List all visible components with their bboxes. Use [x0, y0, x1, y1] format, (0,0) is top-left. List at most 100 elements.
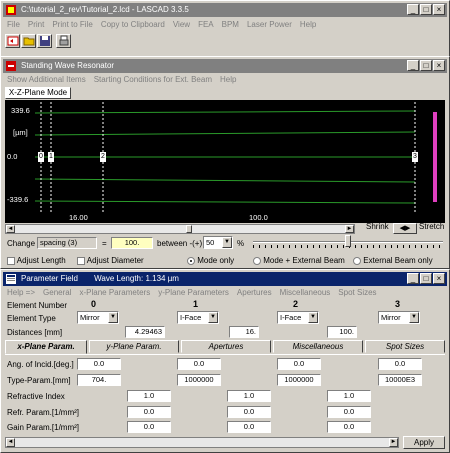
change-parameter-field[interactable]: spacing (3): [37, 237, 97, 249]
change-value-field[interactable]: 100.: [111, 237, 153, 249]
element-type-select-3[interactable]: Mirror ▼: [378, 311, 420, 324]
plane-mode-button[interactable]: X-Z-Plane Mode: [5, 87, 71, 99]
menu-apertures[interactable]: Apertures: [237, 288, 272, 297]
param-scroll-left-button[interactable]: ◄: [6, 438, 15, 447]
plot-scrollbar[interactable]: ◄ ►: [5, 224, 355, 234]
element-marker-2[interactable]: 2: [100, 152, 106, 162]
scroll-left-button[interactable]: ◄: [6, 225, 15, 233]
shrink-stretch-arrows[interactable]: ◀▶: [393, 223, 417, 234]
angle-field-0[interactable]: 0.0: [77, 358, 121, 370]
menu-x-plane[interactable]: x-Plane Parameters: [80, 288, 151, 297]
stretch-button[interactable]: Stretch: [419, 222, 444, 231]
external-only-option[interactable]: External Beam only: [353, 256, 433, 265]
tab-x-plane[interactable]: x-Plane Param.: [5, 340, 87, 354]
percent-slider[interactable]: [253, 235, 443, 249]
gain-param-field-3[interactable]: 0.0: [327, 421, 371, 433]
slider-thumb[interactable]: [345, 235, 351, 247]
angle-field-2[interactable]: 0.0: [277, 358, 321, 370]
scroll-thumb[interactable]: [186, 225, 192, 233]
menu-print-to-file[interactable]: Print to File: [52, 20, 92, 29]
element-marker-0[interactable]: 0: [38, 152, 44, 162]
refr-param-field-3[interactable]: 0.0: [327, 406, 371, 418]
menu-param-help[interactable]: Help =>: [7, 288, 35, 297]
menu-resonator-help[interactable]: Help: [220, 75, 236, 84]
distance-field-2-3[interactable]: 100.: [327, 326, 357, 338]
menu-view[interactable]: View: [173, 20, 190, 29]
mode-only-radio[interactable]: [187, 256, 195, 265]
refr-param-field-1[interactable]: 0.0: [127, 406, 171, 418]
adjust-length-checkbox[interactable]: [7, 256, 15, 265]
menu-copy-to-clipboard[interactable]: Copy to Clipboard: [101, 20, 165, 29]
mode-external-radio[interactable]: [253, 256, 261, 265]
menu-file[interactable]: File: [7, 20, 20, 29]
element-type-select-1[interactable]: I-Face ▼: [177, 311, 219, 324]
menu-miscellaneous[interactable]: Miscellaneous: [280, 288, 331, 297]
gain-param-label: Gain Param.[1/mm²]: [7, 423, 80, 432]
close-button[interactable]: ×: [433, 4, 445, 15]
menu-fea[interactable]: FEA: [198, 20, 214, 29]
angle-field-3[interactable]: 0.0: [378, 358, 422, 370]
chevron-down-icon[interactable]: ▼: [409, 312, 419, 323]
minimize-button[interactable]: _: [407, 4, 419, 15]
menu-laser-power[interactable]: Laser Power: [247, 20, 292, 29]
element-marker-1[interactable]: 1: [48, 152, 54, 162]
param-scroll-right-button[interactable]: ►: [389, 438, 398, 447]
menu-help[interactable]: Help: [300, 20, 316, 29]
print-icon[interactable]: [56, 34, 71, 48]
resonator-minimize-button[interactable]: _: [407, 60, 419, 71]
element-number-0: 0: [91, 299, 97, 309]
resonator-maximize-button[interactable]: □: [420, 60, 432, 71]
external-only-radio[interactable]: [353, 256, 361, 265]
chevron-down-icon[interactable]: ▼: [222, 237, 232, 248]
type-param-field-0[interactable]: 704.: [77, 374, 121, 386]
chevron-down-icon[interactable]: ▼: [308, 312, 318, 323]
type-param-field-3[interactable]: 10000E3: [378, 374, 422, 386]
mode-external-option[interactable]: Mode + External Beam: [253, 256, 345, 265]
menu-bpm[interactable]: BPM: [222, 20, 239, 29]
refractive-index-field-1[interactable]: 1.0: [127, 390, 171, 402]
element-type-value-0: Mirror: [80, 313, 100, 322]
menu-print[interactable]: Print: [28, 20, 44, 29]
menu-show-additional-items[interactable]: Show Additional Items: [7, 75, 86, 84]
param-maximize-button[interactable]: □: [420, 273, 432, 284]
shrink-button[interactable]: Shrink: [366, 222, 389, 231]
tab-spot-sizes[interactable]: Spot Sizes: [365, 340, 445, 353]
param-close-button[interactable]: ×: [433, 273, 445, 284]
chevron-down-icon[interactable]: ▼: [208, 312, 218, 323]
save-icon[interactable]: [37, 34, 52, 48]
open-folder-icon[interactable]: [21, 34, 36, 48]
percent-select[interactable]: 50 ▼: [203, 236, 233, 249]
menu-starting-conditions[interactable]: Starting Conditions for Ext. Beam: [94, 75, 212, 84]
refresh-icon[interactable]: [5, 34, 20, 48]
param-minimize-button[interactable]: _: [407, 273, 419, 284]
tab-y-plane[interactable]: y-Plane Param.: [89, 340, 179, 353]
element-marker-3[interactable]: 3: [412, 152, 418, 162]
element-type-select-0[interactable]: Mirror ▼: [77, 311, 119, 324]
type-param-field-1[interactable]: 1000000: [177, 374, 221, 386]
refractive-index-field-3[interactable]: 1.0: [327, 390, 371, 402]
menu-general[interactable]: General: [43, 288, 71, 297]
element-type-select-2[interactable]: I-Face ▼: [277, 311, 319, 324]
tab-miscellaneous[interactable]: Miscellaneous: [273, 340, 363, 353]
tab-apertures[interactable]: Apertures: [181, 340, 271, 353]
adjust-diameter-checkbox[interactable]: [77, 256, 85, 265]
apply-button[interactable]: Apply: [403, 436, 445, 449]
menu-y-plane[interactable]: y-Plane Parameters: [158, 288, 229, 297]
resonator-close-button[interactable]: ×: [433, 60, 445, 71]
menu-spot-sizes[interactable]: Spot Sizes: [338, 288, 376, 297]
maximize-button[interactable]: □: [420, 4, 432, 15]
type-param-field-2[interactable]: 1000000: [277, 374, 321, 386]
refr-param-field-2[interactable]: 0.0: [227, 406, 271, 418]
angle-field-1[interactable]: 0.0: [177, 358, 221, 370]
distance-field-0-1[interactable]: 4.29463: [125, 326, 165, 338]
gain-param-field-1[interactable]: 0.0: [127, 421, 171, 433]
adjust-length-option[interactable]: Adjust Length: [7, 256, 66, 265]
refractive-index-field-2[interactable]: 1.0: [227, 390, 271, 402]
parameter-scrollbar[interactable]: ◄ ►: [5, 437, 399, 448]
chevron-down-icon[interactable]: ▼: [108, 312, 118, 323]
adjust-diameter-option[interactable]: Adjust Diameter: [77, 256, 144, 265]
scroll-right-button[interactable]: ►: [345, 225, 354, 233]
distance-field-1-2[interactable]: 16.: [229, 326, 259, 338]
gain-param-field-2[interactable]: 0.0: [227, 421, 271, 433]
mode-only-option[interactable]: Mode only: [187, 256, 234, 265]
